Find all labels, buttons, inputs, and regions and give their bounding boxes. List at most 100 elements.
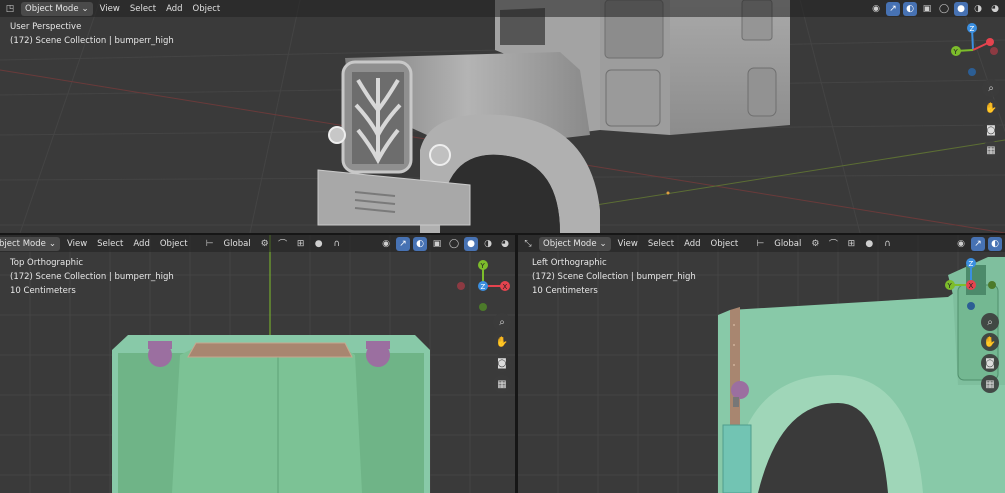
collection-info: (172) Scene Collection | bumperr_high	[10, 36, 174, 46]
editor-type-icon[interactable]: ⤡	[521, 237, 535, 251]
mode-label: Object Mode	[543, 238, 597, 249]
gizmo-z-label: Z	[969, 260, 974, 268]
bottom-left-header: bject Mode ⌄ View Select Add Object ⊢ Glo…	[0, 235, 515, 252]
view-info: Left Orthographic (172) Scene Collection…	[532, 256, 696, 298]
axis-gizmo[interactable]: Z Y	[948, 20, 1003, 78]
view-info: Top Orthographic (172) Scene Collection …	[10, 256, 174, 298]
overlay-toggle-icon[interactable]: ◐	[413, 236, 427, 251]
visibility-icon[interactable]: ◉	[869, 2, 883, 16]
gizmo-z-label: Z	[970, 25, 975, 33]
menu-add[interactable]: Add	[130, 239, 152, 249]
menu-select[interactable]: Select	[645, 239, 677, 249]
collection-info: (172) Scene Collection | bumperr_high	[532, 272, 696, 282]
gizmo-y-label: Y	[953, 48, 959, 56]
zoom-icon[interactable]: ⌕	[493, 313, 511, 331]
top-viewport[interactable]: ◳ Object Mode ⌄ View Select Add Object ◉ …	[0, 0, 1005, 233]
menu-view[interactable]: View	[615, 239, 641, 249]
mode-dropdown[interactable]: bject Mode ⌄	[0, 236, 60, 251]
falloff-icon[interactable]: ∩	[880, 237, 894, 251]
proportional-edit-icon[interactable]: ●	[312, 237, 326, 251]
xray-icon[interactable]: ▣	[920, 2, 934, 16]
solid-shading-icon[interactable]: ●	[464, 236, 478, 251]
falloff-icon[interactable]: ∩	[330, 237, 344, 251]
snap-increment-icon[interactable]: ⊞	[294, 237, 308, 251]
overlay-toggle-icon[interactable]: ◐	[903, 1, 917, 16]
transform-orientation-dropdown[interactable]: Global	[221, 239, 254, 249]
solid-shading-icon[interactable]: ●	[954, 1, 968, 16]
view-name: User Perspective	[10, 22, 82, 32]
gizmo-toggle-icon[interactable]: ↗	[886, 1, 900, 16]
pivot-icon[interactable]: ⚙	[808, 237, 822, 251]
editor-type-icon[interactable]: ◳	[3, 2, 17, 16]
menu-object[interactable]: Object	[708, 239, 742, 249]
zoom-icon[interactable]: ⌕	[982, 79, 1000, 97]
menu-add[interactable]: Add	[681, 239, 703, 249]
gizmo-y-label: Y	[947, 282, 953, 290]
menu-view[interactable]: View	[97, 4, 123, 14]
mode-label: bject Mode	[0, 238, 46, 249]
gizmo-toggle-icon[interactable]: ↗	[971, 236, 985, 251]
grid-icon[interactable]: ▦	[981, 375, 999, 393]
bottom-left-viewport[interactable]: bject Mode ⌄ View Select Add Object ⊢ Glo…	[0, 235, 515, 493]
header-right-tools: ◉ ↗ ◐ ▣ ◯ ● ◑ ◕	[379, 236, 512, 251]
axis-gizmo[interactable]: Y X Z	[455, 257, 515, 319]
material-shading-icon[interactable]: ◑	[971, 2, 985, 16]
visibility-icon[interactable]: ◉	[379, 237, 393, 251]
gizmo-toggle-icon[interactable]: ↗	[396, 236, 410, 251]
xray-icon[interactable]: ▣	[430, 237, 444, 251]
material-shading-icon[interactable]: ◑	[481, 237, 495, 251]
chevron-down-icon: ⌄	[81, 3, 89, 14]
menu-view[interactable]: View	[64, 239, 90, 249]
bottom-right-viewport[interactable]: ⤡ Object Mode ⌄ View Select Add Object ⊢ …	[518, 235, 1005, 493]
top-viewport-header: ◳ Object Mode ⌄ View Select Add Object ◉ …	[0, 0, 1005, 17]
hand-icon[interactable]: ✋	[982, 99, 1000, 117]
horizontal-splitter[interactable]	[0, 233, 1005, 235]
view-name: Top Orthographic	[10, 258, 84, 268]
camera-icon[interactable]: ◙	[982, 121, 1000, 139]
wireframe-shading-icon[interactable]: ◯	[447, 237, 461, 251]
hand-icon[interactable]: ✋	[981, 333, 999, 351]
transform-orientation-icon: ⊢	[756, 238, 765, 249]
snap-icon[interactable]: ⌒	[826, 237, 840, 251]
menu-select[interactable]: Select	[94, 239, 126, 249]
axis-gizmo[interactable]: Z Y X	[942, 253, 1004, 315]
mode-dropdown[interactable]: Object Mode ⌄	[539, 236, 611, 251]
gizmo-x-label: X	[503, 283, 508, 291]
wireframe-shading-icon[interactable]: ◯	[937, 2, 951, 16]
mode-label: Object Mode	[25, 3, 79, 14]
snap-icon[interactable]: ⌒	[276, 237, 290, 251]
zoom-icon[interactable]: ⌕	[981, 313, 999, 331]
menu-object[interactable]: Object	[157, 239, 191, 249]
chevron-down-icon: ⌄	[48, 238, 56, 249]
grid-scale: 10 Centimeters	[532, 286, 598, 296]
camera-icon[interactable]: ◙	[493, 354, 511, 372]
gizmo-y-label: Y	[480, 262, 486, 270]
mode-dropdown[interactable]: Object Mode ⌄	[21, 1, 93, 16]
menu-add[interactable]: Add	[163, 4, 185, 14]
snap-increment-icon[interactable]: ⊞	[844, 237, 858, 251]
view-info: User Perspective (172) Scene Collection …	[10, 20, 174, 48]
rendered-shading-icon[interactable]: ◕	[988, 2, 1002, 16]
gizmo-x-label: X	[969, 282, 974, 290]
camera-icon[interactable]: ◙	[981, 354, 999, 372]
hand-icon[interactable]: ✋	[493, 333, 511, 351]
visibility-icon[interactable]: ◉	[954, 237, 968, 251]
overlay-toggle-icon[interactable]: ◐	[988, 236, 1002, 251]
pivot-icon[interactable]: ⚙	[258, 237, 272, 251]
header-right-tools: ◉ ↗ ◐ ▣ ◯ ● ◑ ◕	[869, 1, 1002, 16]
grid-icon[interactable]: ▦	[982, 141, 1000, 159]
bottom-right-header: ⤡ Object Mode ⌄ View Select Add Object ⊢ …	[518, 235, 1005, 252]
grid-scale: 10 Centimeters	[10, 286, 76, 296]
chevron-down-icon: ⌄	[599, 238, 607, 249]
menu-select[interactable]: Select	[127, 4, 159, 14]
vertical-splitter[interactable]	[515, 235, 518, 493]
transform-orientation-dropdown[interactable]: Global	[771, 239, 804, 249]
rendered-shading-icon[interactable]: ◕	[498, 237, 512, 251]
transform-orientation-icon: ⊢	[205, 238, 214, 249]
view-name: Left Orthographic	[532, 258, 607, 268]
proportional-edit-icon[interactable]: ●	[862, 237, 876, 251]
grid-icon[interactable]: ▦	[493, 375, 511, 393]
menu-object[interactable]: Object	[190, 4, 224, 14]
gizmo-z-label: Z	[481, 283, 486, 291]
collection-info: (172) Scene Collection | bumperr_high	[10, 272, 174, 282]
